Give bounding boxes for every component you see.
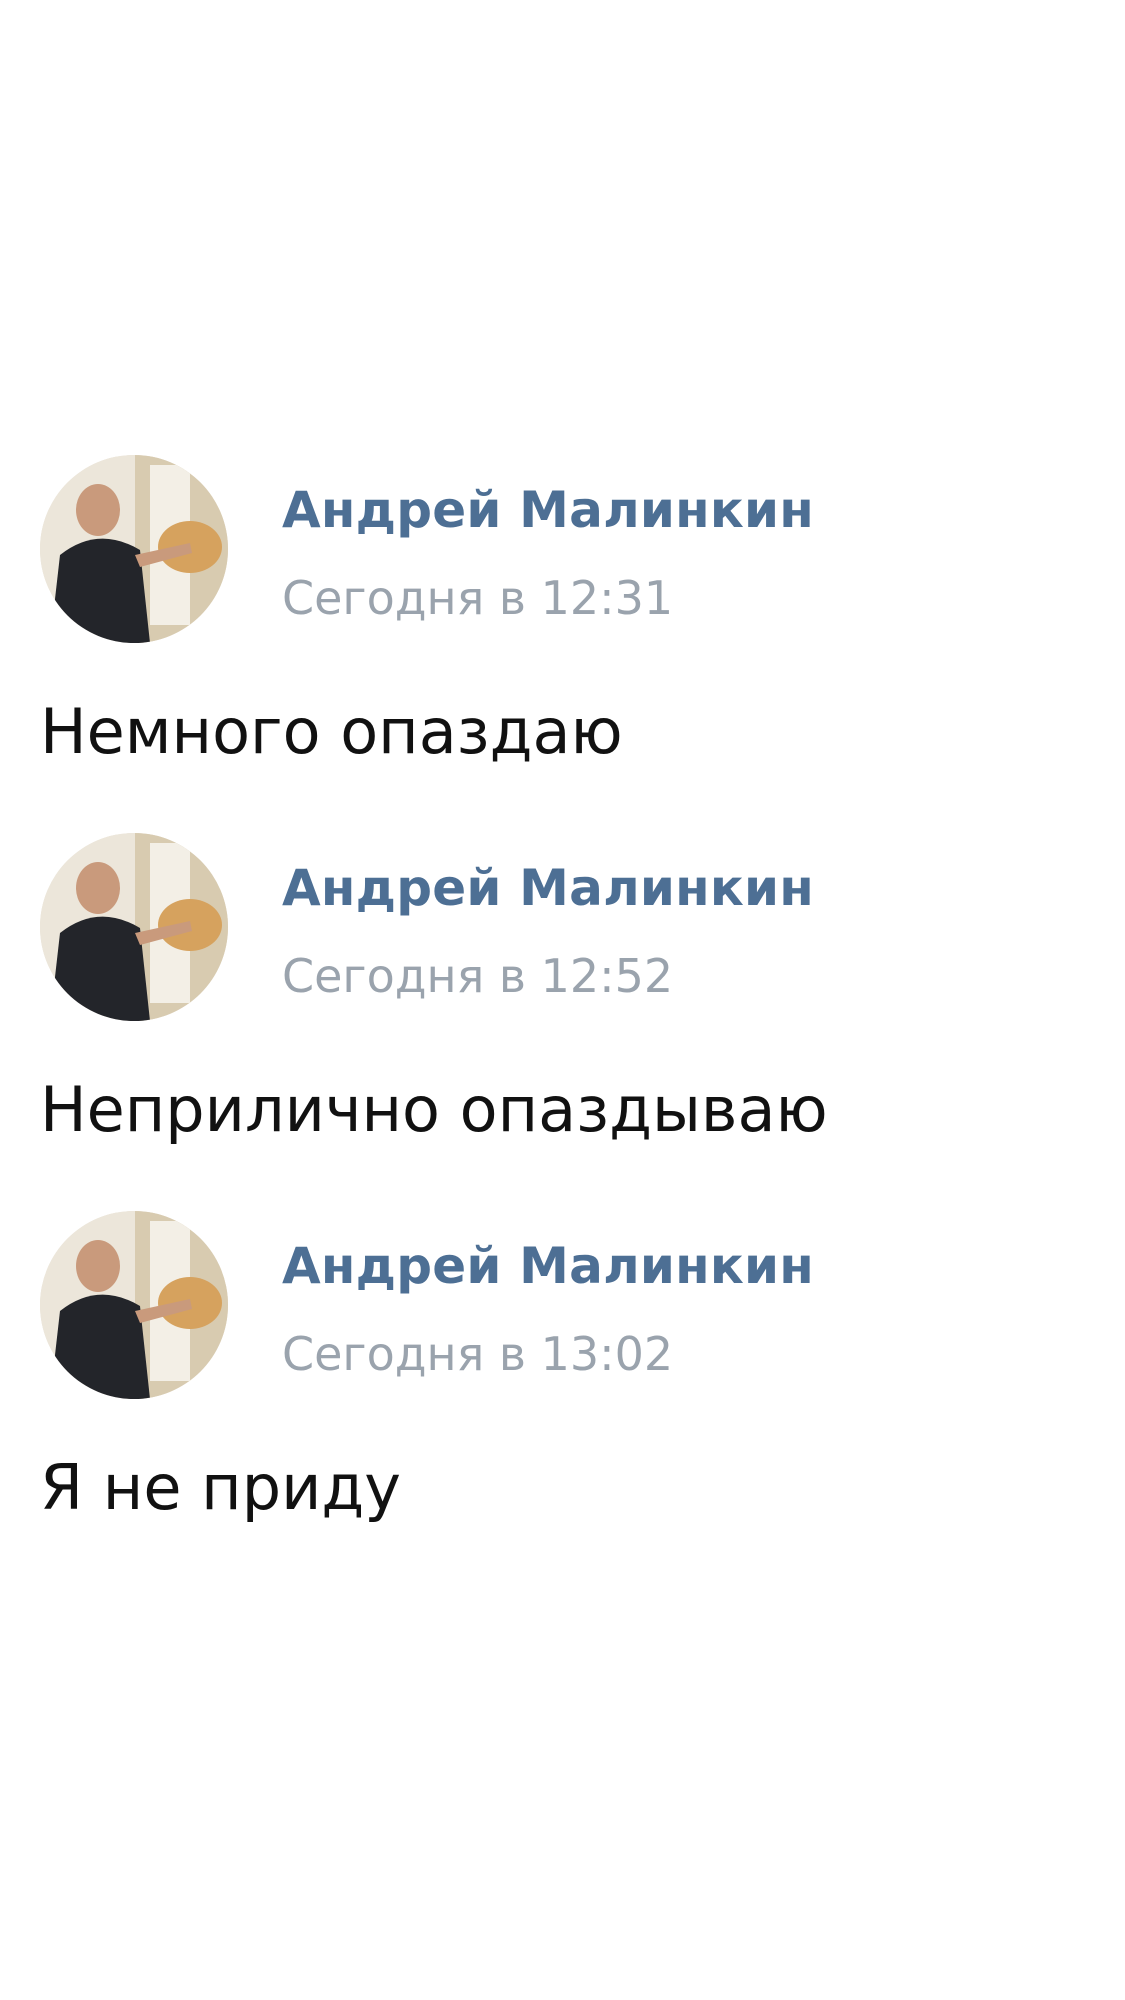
message-timestamp: Сегодня в 13:02: [282, 1327, 674, 1381]
message-text: Я не приду: [40, 1451, 401, 1524]
user-photo-avatar-icon: [40, 1211, 228, 1399]
user-photo-avatar-icon: [40, 833, 228, 1021]
message-timestamp: Сегодня в 12:52: [282, 949, 674, 1003]
message-timestamp: Сегодня в 12:31: [282, 571, 674, 625]
message-feed: Андрей Малинкин Сегодня в 12:31 Немного …: [0, 0, 1125, 2000]
user-avatar[interactable]: [40, 833, 228, 1021]
user-avatar[interactable]: [40, 455, 228, 643]
author-name[interactable]: Андрей Малинкин: [282, 1237, 814, 1295]
message-text: Немного опаздаю: [40, 695, 623, 768]
user-photo-avatar-icon: [40, 455, 228, 643]
author-name[interactable]: Андрей Малинкин: [282, 481, 814, 539]
author-name[interactable]: Андрей Малинкин: [282, 859, 814, 917]
message-text: Неприлично опаздываю: [40, 1073, 828, 1146]
user-avatar[interactable]: [40, 1211, 228, 1399]
